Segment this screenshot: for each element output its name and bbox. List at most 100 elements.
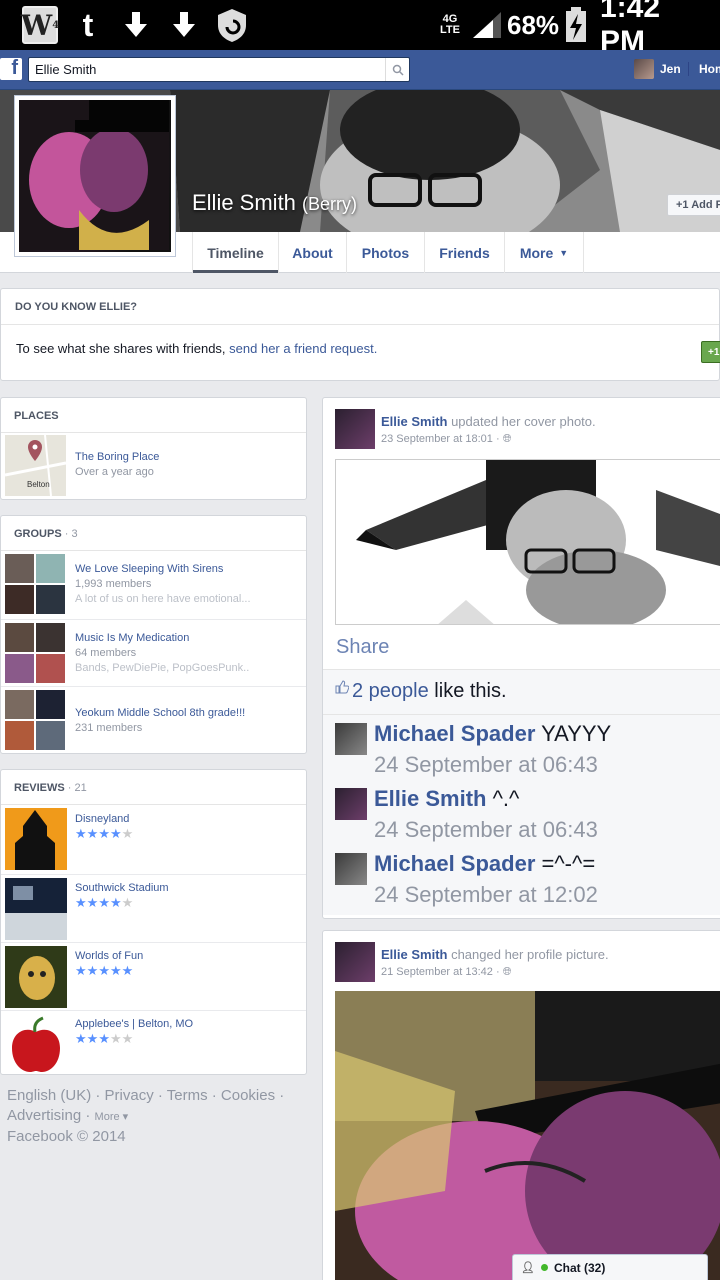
comment-text: =^-^=	[535, 851, 596, 876]
group-desc: Bands, PewDiePie, PopGoesPunk..	[75, 662, 250, 674]
star-filled-icon: ★	[109, 963, 122, 978]
tab-about[interactable]: About	[278, 232, 346, 273]
network-type-icon: 4G LTE	[440, 13, 460, 36]
review-thumbnail	[5, 946, 67, 1008]
globe-icon: 🌐︎	[502, 966, 512, 978]
footer-line[interactable]: English (UK) · Privacy · Terms · Cookies…	[7, 1086, 307, 1106]
group-row[interactable]: Yeokum Middle School 8th grade!!! 231 me…	[1, 686, 306, 753]
comments-list: Michael Spader YAYYY 24 September at 06:…	[323, 715, 720, 915]
group-members: 231 members	[75, 722, 143, 734]
comment: Michael Spader =^-^= 24 September at 12:…	[323, 845, 720, 909]
comment-time[interactable]: 24 September at 12:02	[374, 882, 598, 908]
comment: Michael Spader YAYYY 24 September at 06:…	[323, 715, 720, 779]
comment-author[interactable]: Michael Spader =^-^=	[374, 851, 595, 877]
place-name[interactable]: The Boring Place	[75, 451, 159, 463]
star-filled-icon: ★	[86, 1031, 99, 1046]
group-row[interactable]: Music Is My Medication 64 members Bands,…	[1, 619, 306, 686]
profile-name[interactable]: Ellie Smith (Berry)	[192, 190, 357, 216]
profile-picture-post-image[interactable]	[335, 991, 720, 1280]
comment-text: YAYYY	[535, 721, 612, 746]
review-name[interactable]: Disneyland	[75, 813, 129, 825]
post-author[interactable]: Ellie Smith changed her profile picture.	[381, 947, 609, 962]
group-thumbnail	[5, 623, 66, 684]
post-date[interactable]: 21 September at 13:42 · 🌐︎	[381, 966, 512, 979]
star-empty-icon: ★	[109, 1031, 122, 1046]
places-card: PLACES Belton The Boring Place Over a ye…	[0, 397, 307, 500]
facebook-top-bar: f Jen Home	[0, 50, 720, 90]
do-you-know-heading: DO YOU KNOW ELLIE?	[1, 289, 719, 325]
post-date[interactable]: 23 September at 18:01 · 🌐︎	[381, 433, 512, 446]
footer-more-link[interactable]: More ▾	[95, 1111, 129, 1123]
commenter-avatar[interactable]	[335, 853, 367, 885]
user-avatar[interactable]	[634, 59, 654, 79]
do-you-know-text: To see what she shares with friends, sen…	[16, 341, 378, 356]
group-name[interactable]: We Love Sleeping With Sirens	[75, 563, 223, 575]
star-filled-icon: ★	[86, 963, 99, 978]
caret-down-icon: ▼	[559, 247, 569, 258]
group-name[interactable]: Yeokum Middle School 8th grade!!!	[75, 707, 245, 719]
place-row[interactable]: Belton The Boring Place Over a year ago	[1, 433, 306, 499]
user-name-link[interactable]: Jen	[660, 62, 681, 76]
map-thumbnail: Belton	[4, 434, 67, 497]
comment-author[interactable]: Michael Spader YAYYY	[374, 721, 611, 747]
star-filled-icon: ★	[75, 963, 87, 978]
group-row[interactable]: We Love Sleeping With Sirens 1,993 membe…	[1, 552, 306, 619]
review-name[interactable]: Applebee's | Belton, MO	[75, 1018, 193, 1030]
add-friend-button[interactable]: +1 Add Friend	[667, 194, 720, 216]
comment-text: ^.^	[486, 786, 520, 811]
send-friend-request-link[interactable]: send her a friend request.	[229, 341, 377, 356]
signal-icon	[470, 6, 504, 44]
tab-friends[interactable]: Friends	[424, 232, 504, 273]
places-heading: PLACES	[1, 398, 306, 433]
tab-photos[interactable]: Photos	[346, 232, 424, 273]
star-rating: ★★★★★	[75, 826, 133, 842]
download-icon	[118, 6, 154, 44]
commenter-avatar[interactable]	[335, 788, 367, 820]
comment-author[interactable]: Ellie Smith ^.^	[374, 786, 519, 812]
place-meta: Over a year ago	[75, 466, 154, 478]
apple-logo-icon	[5, 1014, 67, 1074]
review-name[interactable]: Southwick Stadium	[75, 882, 169, 894]
post-author-avatar[interactable]	[335, 942, 375, 982]
facebook-logo-icon[interactable]: f	[0, 57, 22, 80]
review-row[interactable]: Worlds of Fun ★★★★★	[1, 942, 306, 1010]
search-icon	[392, 64, 404, 76]
chat-bar[interactable]: 👤︎ Chat (32)	[512, 1254, 708, 1280]
cover-photo-post-image[interactable]	[335, 459, 720, 625]
search-button[interactable]	[385, 58, 409, 81]
status-bar: W4 t 4G LTE 68% 1:42 PM	[0, 0, 720, 58]
comment-time[interactable]: 24 September at 06:43	[374, 817, 598, 843]
commenter-avatar[interactable]	[335, 723, 367, 755]
do-you-know-box: DO YOU KNOW ELLIE? To see what she share…	[0, 288, 720, 381]
likers-link[interactable]: 2 people	[352, 680, 429, 702]
review-thumbnail	[5, 808, 67, 870]
star-empty-icon: ★	[121, 826, 134, 841]
star-filled-icon: ★	[86, 826, 99, 841]
review-name[interactable]: Worlds of Fun	[75, 950, 143, 962]
review-row[interactable]: Disneyland ★★★★★	[1, 806, 306, 874]
tab-timeline[interactable]: Timeline	[192, 232, 278, 273]
star-filled-icon: ★	[86, 895, 99, 910]
comment: Ellie Smith ^.^ 24 September at 06:43	[323, 780, 720, 844]
footer-line[interactable]: Advertising · More ▾	[7, 1106, 307, 1127]
post-author-avatar[interactable]	[335, 409, 375, 449]
star-filled-icon: ★	[75, 895, 87, 910]
review-row[interactable]: Applebee's | Belton, MO ★★★★★	[1, 1010, 306, 1074]
profile-picture[interactable]	[14, 95, 176, 257]
share-link[interactable]: Share	[336, 636, 389, 659]
post-author[interactable]: Ellie Smith updated her cover photo.	[381, 414, 596, 429]
group-name[interactable]: Music Is My Medication	[75, 632, 189, 644]
tab-more[interactable]: More ▼	[504, 232, 584, 273]
star-filled-icon: ★	[98, 1031, 110, 1046]
star-rating: ★★★★★	[75, 963, 133, 979]
star-filled-icon: ★	[98, 826, 110, 841]
timeline-post: Ellie Smith changed her profile picture.…	[322, 930, 720, 1280]
home-link[interactable]: Home	[688, 62, 720, 76]
search-input[interactable]	[29, 58, 379, 81]
review-row[interactable]: Southwick Stadium ★★★★★	[1, 874, 306, 942]
star-filled-icon: ★	[121, 963, 134, 978]
word-app-icon: W4	[21, 6, 59, 44]
comment-time[interactable]: 24 September at 06:43	[374, 752, 598, 778]
footer-copyright: Facebook © 2014	[7, 1128, 126, 1145]
add-friend-green-button[interactable]: +1	[701, 341, 720, 363]
